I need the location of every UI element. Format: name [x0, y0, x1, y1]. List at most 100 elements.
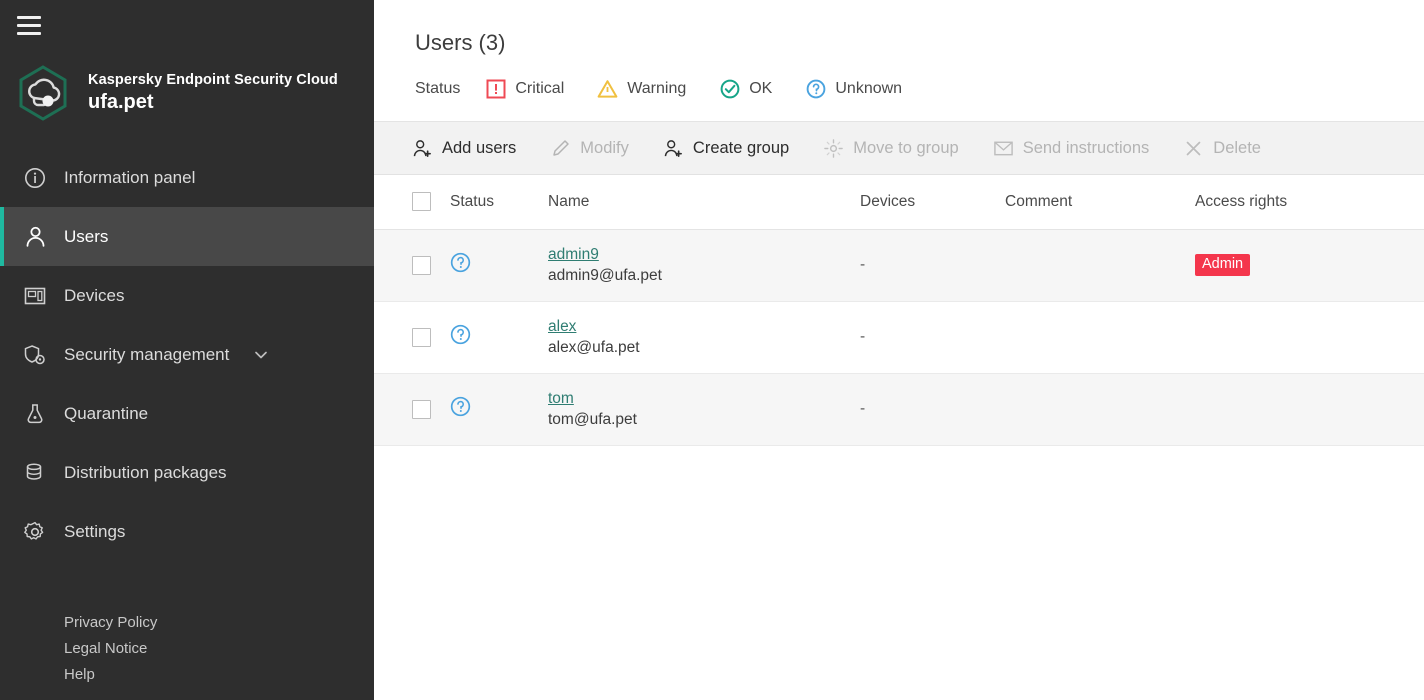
brand-text: Kaspersky Endpoint Security Cloud ufa.pe…: [88, 72, 338, 115]
users-table-header: Status Name Devices Comment Access right…: [374, 175, 1424, 230]
sidebar: Kaspersky Endpoint Security Cloud ufa.pe…: [0, 0, 374, 700]
column-header-name: Name: [548, 175, 860, 230]
brand-tenant-name: ufa.pet: [88, 90, 154, 113]
gear-icon: [20, 517, 50, 547]
add-users-label: Add users: [442, 138, 517, 157]
user-email: admin9@ufa.pet: [548, 266, 662, 284]
brand-product-name: Kaspersky Endpoint Security Cloud: [88, 71, 338, 88]
column-header-status: Status: [450, 175, 548, 230]
sidebar-item-quarantine[interactable]: Quarantine: [0, 384, 374, 443]
sidebar-nav: Information panel Users Devices Security…: [0, 148, 374, 561]
table-row[interactable]: admin9 admin9@ufa.pet - Admin: [374, 229, 1424, 302]
ok-check-circle-icon: [719, 78, 740, 99]
select-all-checkbox[interactable]: [412, 192, 431, 212]
row-access-rights-cell: Admin: [1195, 229, 1424, 302]
unknown-question-icon: [805, 78, 826, 99]
sidebar-item-devices[interactable]: Devices: [0, 266, 374, 325]
actions-toolbar: Add users Modify Create group Move to gr…: [374, 121, 1424, 175]
table-header-row: Status Name Devices Comment Access right…: [374, 175, 1424, 230]
modify-button[interactable]: Modify: [550, 138, 629, 159]
user-name-link[interactable]: alex: [548, 318, 576, 336]
row-status-cell: [450, 229, 548, 302]
delete-label: Delete: [1213, 138, 1261, 157]
link-help[interactable]: Help: [64, 666, 157, 683]
user-name-link[interactable]: tom: [548, 390, 574, 408]
unknown-question-icon: [450, 396, 471, 421]
sidebar-item-label: Distribution packages: [64, 462, 227, 482]
sidebar-item-label: Security management: [64, 344, 230, 364]
user-plus-icon: [663, 138, 684, 159]
sidebar-item-label: Users: [64, 226, 109, 246]
user-email: alex@ufa.pet: [548, 338, 640, 356]
envelope-icon: [993, 138, 1014, 159]
row-devices-cell: -: [860, 373, 1005, 446]
modify-label: Modify: [580, 138, 629, 157]
sidebar-item-label: Information panel: [64, 167, 196, 187]
row-select-cell: [374, 229, 450, 302]
status-filter-label: Status: [415, 79, 461, 97]
link-privacy-policy[interactable]: Privacy Policy: [64, 614, 157, 631]
sidebar-item-security-management[interactable]: Security management: [0, 325, 374, 384]
sidebar-item-users[interactable]: Users: [0, 207, 374, 266]
row-comment-cell: [1005, 373, 1195, 446]
sidebar-item-label: Settings: [64, 521, 126, 541]
kaspersky-cloud-hexagon-logo: [12, 62, 74, 124]
user-email: tom@ufa.pet: [548, 410, 637, 428]
status-filter-bar: Status Critical Warning OK Unknown: [374, 56, 1424, 99]
row-checkbox[interactable]: [412, 399, 431, 419]
row-status-cell: [450, 301, 548, 374]
critical-exclamation-icon: [485, 78, 506, 99]
sidebar-item-distribution-packages[interactable]: Distribution packages: [0, 443, 374, 502]
database-icon: [20, 458, 50, 488]
status-filter-warning[interactable]: Warning: [597, 78, 686, 99]
sidebar-item-information-panel[interactable]: Information panel: [0, 148, 374, 207]
send-instructions-label: Send instructions: [1022, 138, 1150, 157]
add-users-button[interactable]: Add users: [412, 138, 516, 159]
column-header-access-rights: Access rights: [1195, 175, 1424, 230]
status-filter-critical[interactable]: Critical: [485, 78, 564, 99]
column-header-devices: Devices: [860, 175, 1005, 230]
status-filter-label-ok: OK: [749, 79, 773, 97]
app-root: Kaspersky Endpoint Security Cloud ufa.pe…: [0, 0, 1424, 700]
hamburger-bar: [17, 32, 41, 35]
row-devices-cell: -: [860, 301, 1005, 374]
chevron-down-icon[interactable]: [253, 347, 269, 363]
table-row[interactable]: tom tom@ufa.pet -: [374, 373, 1424, 446]
row-comment-cell: [1005, 229, 1195, 302]
status-filter-ok[interactable]: OK: [719, 78, 772, 99]
user-name-link[interactable]: admin9: [548, 246, 599, 264]
status-filter-unknown[interactable]: Unknown: [805, 78, 902, 99]
monitor-icon: [20, 281, 50, 311]
sidebar-item-settings[interactable]: Settings: [0, 502, 374, 561]
hamburger-menu-icon[interactable]: [17, 16, 41, 35]
row-name-cell: tom tom@ufa.pet: [548, 373, 860, 446]
sidebar-item-label: Devices: [64, 285, 125, 305]
table-row[interactable]: alex alex@ufa.pet -: [374, 301, 1424, 374]
send-instructions-button[interactable]: Send instructions: [993, 138, 1150, 159]
user-icon: [20, 222, 50, 252]
row-access-rights-cell: [1195, 373, 1424, 446]
select-all-header: [374, 175, 450, 230]
shield-gear-icon: [20, 340, 50, 370]
page-title: Users (3): [415, 30, 506, 55]
row-name-cell: alex alex@ufa.pet: [548, 301, 860, 374]
row-devices-cell: -: [860, 229, 1005, 302]
row-name-cell: admin9 admin9@ufa.pet: [548, 229, 860, 302]
move-to-group-button[interactable]: Move to group: [823, 138, 959, 159]
row-checkbox[interactable]: [412, 255, 431, 275]
user-plus-icon: [412, 138, 433, 159]
sidebar-footer-links: Privacy Policy Legal Notice Help: [64, 614, 157, 683]
devices-value: -: [860, 328, 866, 345]
sidebar-item-label: Quarantine: [64, 403, 149, 423]
unknown-question-icon: [450, 324, 471, 349]
create-group-button[interactable]: Create group: [663, 138, 789, 159]
delete-button[interactable]: Delete: [1183, 138, 1261, 159]
status-filter-label-warning: Warning: [627, 79, 687, 97]
row-checkbox[interactable]: [412, 327, 431, 347]
hamburger-bar: [17, 24, 41, 27]
row-status-cell: [450, 373, 548, 446]
flask-icon: [20, 399, 50, 429]
link-legal-notice[interactable]: Legal Notice: [64, 640, 157, 657]
status-badge: Admin: [1195, 253, 1251, 277]
create-group-label: Create group: [692, 138, 790, 157]
